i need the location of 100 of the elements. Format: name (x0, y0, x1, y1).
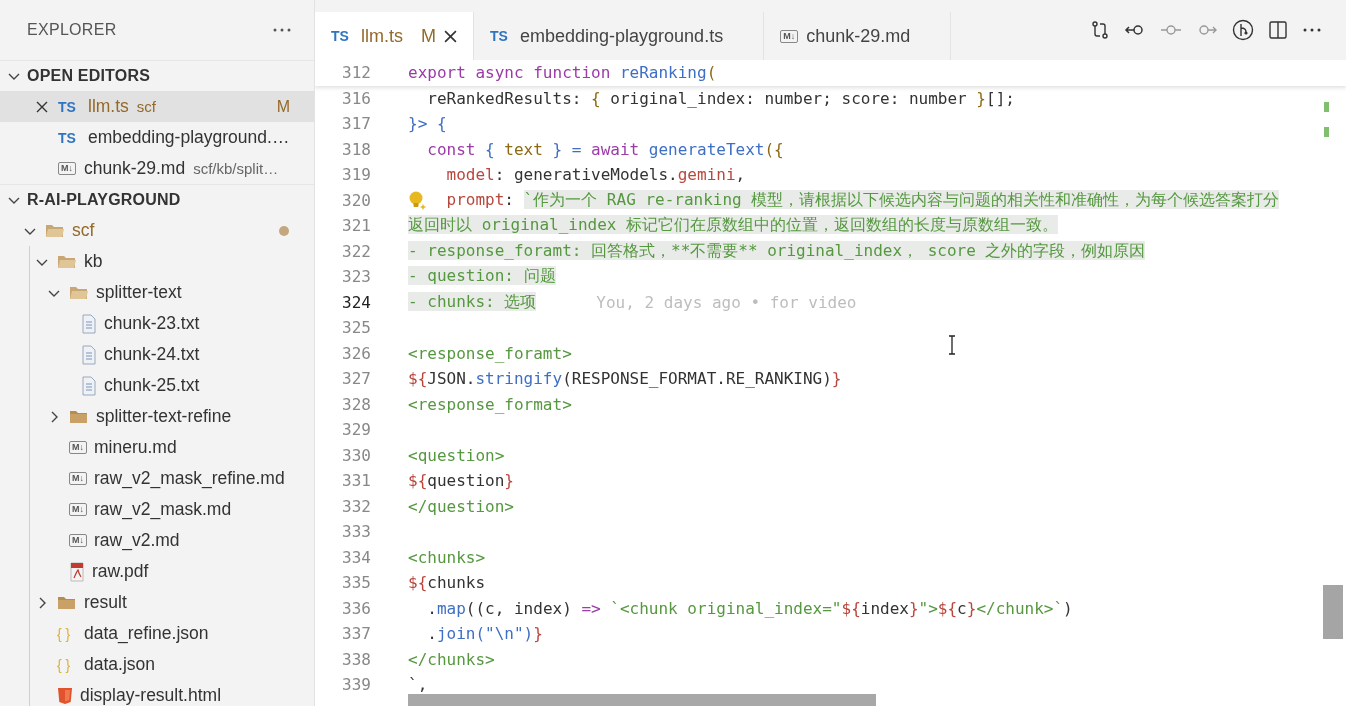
line-number: 329 (341, 420, 371, 440)
line-number: 321 (341, 216, 371, 236)
git-blame-annotation: You, 2 days ago • for video (596, 292, 857, 312)
code-line: model: generativeModels.gemini, (445, 165, 746, 185)
folder-icon (69, 408, 89, 425)
file-name: kb (84, 251, 103, 272)
split-editor-icon[interactable] (1268, 20, 1288, 40)
horizontal-scrollbar-thumb[interactable] (408, 694, 876, 706)
more-icon[interactable] (272, 27, 292, 33)
file-item[interactable]: { } data.json (0, 649, 314, 680)
tab-label: embedding-playground.ts (520, 25, 724, 47)
more-icon[interactable] (1302, 27, 1322, 33)
file-name: embedding-playground.… (88, 127, 290, 148)
line-number: 333 (341, 522, 371, 542)
line-number: 330 (341, 445, 371, 465)
file-name: raw_v2_mask_refine.md (94, 468, 285, 489)
open-editor-item[interactable]: TS embedding-playground.… (0, 122, 314, 153)
file-name: mineru.md (94, 437, 177, 458)
file-name: chunk-25.txt (104, 375, 200, 396)
file-item[interactable]: raw.pdf (0, 556, 314, 587)
lightbulb-icon[interactable] (408, 189, 428, 210)
code-line: <chunks> (408, 547, 486, 567)
code-line: ${question} (408, 471, 514, 491)
file-item[interactable]: chunk-24.txt (0, 339, 314, 370)
line-number: 337 (341, 624, 371, 644)
section-header[interactable]: R-AI-PLAYGROUND (27, 191, 181, 209)
file-item[interactable]: M↓ raw_v2.md (0, 525, 314, 556)
code-line: `, (408, 675, 428, 695)
file-item[interactable]: M↓ mineru.md (0, 432, 314, 463)
vertical-scrollbar-thumb[interactable] (1323, 585, 1343, 639)
tab-label: chunk-29.md (806, 25, 911, 47)
code-line: ${JSON.stringify(RESPONSE_FORMAT.RE_RANKING)} (408, 369, 842, 389)
file-name: data_refine.json (84, 623, 209, 644)
line-number: 332 (341, 496, 371, 516)
text-file-icon (81, 313, 97, 334)
line-number: 325 (341, 318, 371, 338)
file-name: scf (72, 220, 95, 241)
code-line: </chunks> (408, 649, 495, 669)
line-number: 334 (341, 547, 371, 567)
file-name: splitter-text (96, 282, 182, 303)
editor-tab[interactable]: TS llm.ts M (315, 12, 474, 60)
modified-dot (279, 225, 289, 236)
git-status: M (421, 25, 436, 47)
sticky-code-line: export async function reRanking( (408, 63, 717, 83)
file-path: scf (136, 98, 156, 115)
code-line: ${chunks (408, 573, 486, 593)
close-icon[interactable] (444, 29, 457, 43)
open-editor-item[interactable]: M↓ chunk-29.md scf/kb/split… (0, 153, 314, 184)
change-marker (1324, 102, 1329, 112)
file-item[interactable]: chunk-23.txt (0, 308, 314, 339)
line-number: 320 (341, 190, 371, 210)
markdown-icon: M↓ (780, 29, 799, 43)
line-number: 327 (341, 369, 371, 389)
markdown-icon: M↓ (69, 534, 87, 547)
typescript-icon: TS (58, 98, 80, 115)
branch-icon[interactable] (1232, 19, 1254, 41)
code-line: }> { (408, 114, 447, 134)
json-icon: { } (57, 625, 77, 642)
typescript-icon: TS (490, 28, 512, 44)
line-number: 322 (341, 241, 371, 261)
file-item[interactable]: display-result.html (0, 680, 314, 706)
code-line: </question> (408, 496, 514, 516)
file-name: chunk-24.txt (104, 344, 200, 365)
typescript-icon: TS (331, 28, 353, 44)
code-line: .map((c, index) => `<chunk original_index="${index}">${c}</chunk>`) (426, 598, 1073, 618)
markdown-icon: M↓ (69, 503, 87, 516)
code-line: <question> (408, 445, 505, 465)
html-file-icon (57, 686, 73, 705)
folder-item[interactable]: kb (0, 246, 314, 277)
compare-changes-icon[interactable] (1090, 20, 1110, 40)
change-marker (1324, 127, 1329, 137)
file-name: result (84, 592, 127, 613)
folder-item[interactable]: splitter-text (0, 277, 314, 308)
markdown-icon: M↓ (69, 472, 87, 485)
folder-icon (57, 594, 77, 611)
file-name: splitter-text-refine (96, 406, 232, 427)
folder-item[interactable]: splitter-text-refine (0, 401, 314, 432)
code-line: reRankedResults: { original_index: number; score: number }[]; (426, 88, 1015, 108)
file-item[interactable]: { } data_refine.json (0, 618, 314, 649)
file-item[interactable]: chunk-25.txt (0, 370, 314, 401)
line-number: 326 (341, 343, 371, 363)
folder-item[interactable]: scf (0, 215, 314, 246)
folder-icon (57, 253, 77, 270)
file-item[interactable]: M↓ raw_v2_mask.md (0, 494, 314, 525)
code-editor[interactable] (315, 60, 1346, 706)
pdf-file-icon (69, 561, 85, 582)
folder-item[interactable]: result (0, 587, 314, 618)
open-editor-item[interactable]: TS llm.ts scf M (0, 91, 314, 122)
close-icon[interactable] (36, 100, 48, 113)
line-number: 328 (341, 394, 371, 414)
section-header[interactable]: OPEN EDITORS (27, 67, 151, 85)
code-line: .join("\n")} (426, 624, 543, 644)
file-name: chunk-23.txt (104, 313, 200, 334)
line-number: 324 (341, 292, 371, 312)
file-name: data.json (84, 654, 156, 675)
file-item[interactable]: M↓ raw_v2_mask_refine.md (0, 463, 314, 494)
text-file-icon (81, 344, 97, 365)
tab-label: llm.ts (361, 25, 403, 47)
markdown-icon: M↓ (69, 441, 87, 454)
line-number: 318 (341, 139, 371, 159)
